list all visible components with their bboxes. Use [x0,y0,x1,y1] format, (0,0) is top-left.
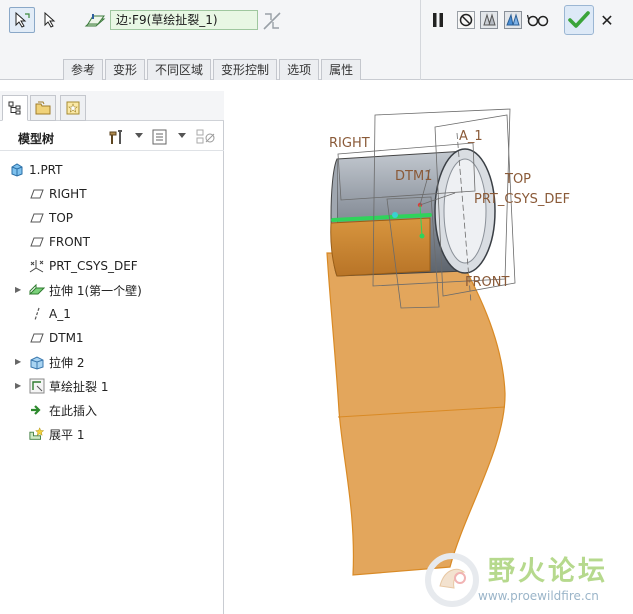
flip-direction-icon[interactable] [260,9,284,33]
tree-item-flatten[interactable]: 展平 1 [0,423,222,445]
tree-item-label: 展平 1 [49,427,85,442]
tree-item-label: TOP [49,211,74,225]
insert-here-icon [29,402,45,418]
extrude-wall-icon [29,282,45,298]
tab-options[interactable]: 选项 [279,59,320,80]
wall-face [330,217,431,277]
watermark-title: 野火论坛 [488,556,608,587]
datum-label-right[interactable]: RIGHT [329,136,370,151]
model-tree-title: 模型树 [18,132,55,146]
watermark-url: www.proewildfire.cn [478,589,599,603]
tree-item-label: 1.PRT [29,163,63,177]
tab-deform[interactable]: 变形 [105,59,146,80]
navigator-panel: 模型树 1.PRT RIGHT TOP FRONT PRT_CSYS_DEF ▶… [0,91,224,614]
datum-plane-icon [29,234,45,250]
tree-item-label: 草绘扯裂 1 [49,379,109,394]
tree-item-label: 在此插入 [49,403,98,418]
verify-preview-icon[interactable] [503,10,523,30]
ok-checkmark-button[interactable] [564,5,594,35]
tree-item-part[interactable]: 1.PRT [0,159,222,181]
select-arrow-icon[interactable] [41,10,59,30]
tree-item-label: 拉伸 2 [49,355,85,370]
graphics-viewport[interactable]: RIGHT A_1 DTM1 TOP PRT_CSYS_DEF FRONT [225,81,633,614]
tree-filter-icon[interactable] [196,129,218,145]
tab-references[interactable]: 参考 [63,59,104,80]
edge-start-point [392,212,398,218]
tree-item-dtm1[interactable]: DTM1 [0,327,222,349]
no-preview-icon[interactable] [456,10,476,30]
datum-label-axis-a1[interactable]: A_1 [459,129,483,144]
watermark-logo-icon [425,553,479,607]
datum-label-dtm1[interactable]: DTM1 [395,169,432,184]
tree-item-top[interactable]: TOP [0,207,222,229]
tree-item-label: FRONT [49,235,90,249]
expand-arrow-icon[interactable]: ▶ [15,357,25,367]
cylinder-end-inner [443,158,487,264]
flatten-icon [29,426,45,442]
dashboard-tabs: 参考 变形 不同区域 变形控制 选项 属性 [63,59,363,80]
tab-different-regions[interactable]: 不同区域 [147,59,212,80]
expand-arrow-icon[interactable]: ▶ [15,285,25,295]
navigator-tabs [0,91,224,121]
chevron-down-icon[interactable] [135,133,143,139]
model-tree-header: 模型树 [0,125,224,151]
tree-item-extrude-1[interactable]: ▶ 拉伸 1(第一个壁) [0,279,222,301]
tree-item-front[interactable]: FRONT [0,231,222,253]
tree-item-axis[interactable]: A_1 [0,303,222,325]
datum-label-top[interactable]: TOP [505,172,531,187]
tab-properties[interactable]: 属性 [321,59,362,80]
tree-item-extrude-2[interactable]: ▶ 拉伸 2 [0,351,222,373]
watermark: 野火论坛 www.proewildfire.cn [420,545,633,614]
glasses-preview-icon[interactable] [527,12,549,28]
expand-arrow-icon[interactable]: ▶ [15,381,25,391]
sketch-rip-icon [29,378,45,394]
geometry-preview-icon[interactable] [479,10,499,30]
chevron-down-icon[interactable] [178,133,186,139]
geometry-select-icon[interactable] [9,7,35,33]
settings-hammer-icon[interactable] [108,129,126,145]
cancel-close-button[interactable]: ✕ [598,9,616,31]
pause-icon[interactable] [430,10,446,30]
tree-item-label: A_1 [49,307,71,321]
folder-browser-tab-icon[interactable] [30,95,56,121]
dashboard-separator [420,0,421,80]
tree-item-label: DTM1 [49,331,84,345]
tree-item-right[interactable]: RIGHT [0,183,222,205]
csys-icon [29,258,45,274]
tree-item-label: 拉伸 1(第一个壁) [49,283,142,298]
edge-reference-field[interactable]: 边:F9(草绘扯裂_1) [110,10,258,30]
show-list-icon[interactable] [152,129,168,145]
extrude-icon [29,354,45,370]
datum-axis-icon [29,306,45,322]
model-geometry [326,108,516,576]
favorites-tab-icon[interactable] [60,95,86,121]
feature-dashboard: 边:F9(草绘扯裂_1) ✕ 参考 变形 不同区域 变形控制 选项 属性 [0,0,633,80]
part-icon [9,162,25,178]
tree-item-insert-here[interactable]: 在此插入 [0,399,222,421]
tree-item-sketch-rip[interactable]: ▶ 草绘扯裂 1 [0,375,222,397]
datum-plane-icon [29,210,45,226]
datum-label-front[interactable]: FRONT [465,275,509,290]
tree-item-label: PRT_CSYS_DEF [49,259,138,273]
datum-plane-icon [29,330,45,346]
datum-plane-icon [29,186,45,202]
flattened-sheet [326,252,506,576]
model-tree-tab-icon[interactable] [2,95,28,121]
tree-item-csys[interactable]: PRT_CSYS_DEF [0,255,222,277]
edge-reference-icon [84,10,106,30]
tree-item-label: RIGHT [49,187,87,201]
csys-label[interactable]: PRT_CSYS_DEF [474,192,570,207]
tab-deform-control[interactable]: 变形控制 [213,59,278,80]
